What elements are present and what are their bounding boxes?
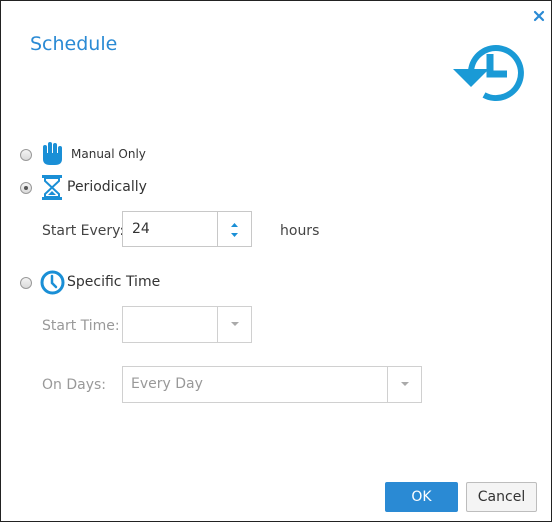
manual-only-label: Manual Only bbox=[71, 147, 146, 161]
specific-time-radio[interactable] bbox=[20, 277, 32, 289]
increment-arrow-icon bbox=[231, 223, 238, 227]
start-every-label: Start Every: bbox=[42, 223, 125, 239]
chevron-down-icon bbox=[401, 382, 409, 386]
periodically-radio[interactable] bbox=[20, 182, 32, 194]
cancel-button[interactable]: Cancel bbox=[466, 482, 537, 512]
start-time-select[interactable] bbox=[122, 306, 252, 343]
on-days-label: On Days: bbox=[42, 377, 106, 393]
ok-button[interactable]: OK bbox=[385, 482, 458, 512]
start-time-dropdown-button[interactable] bbox=[217, 307, 251, 342]
start-time-label: Start Time: bbox=[42, 318, 120, 334]
on-days-value: Every Day bbox=[131, 376, 203, 392]
history-clock-icon bbox=[449, 37, 529, 107]
chevron-down-icon bbox=[231, 322, 239, 326]
on-days-select[interactable]: Every Day bbox=[122, 366, 422, 403]
start-every-stepper[interactable] bbox=[217, 211, 252, 247]
dialog-title: Schedule bbox=[30, 33, 118, 55]
clock-icon bbox=[40, 270, 65, 299]
specific-time-label: Specific Time bbox=[67, 274, 161, 290]
on-days-dropdown-button[interactable] bbox=[387, 367, 421, 402]
manual-only-radio[interactable] bbox=[20, 149, 32, 161]
schedule-dialog: Schedule Manual Only Periodically Start … bbox=[0, 0, 552, 522]
periodically-label: Periodically bbox=[67, 179, 147, 195]
close-icon[interactable] bbox=[532, 8, 546, 22]
start-every-input[interactable] bbox=[122, 211, 218, 247]
decrement-arrow-icon bbox=[231, 233, 238, 237]
start-every-units: hours bbox=[280, 223, 320, 239]
hand-icon bbox=[41, 141, 65, 171]
hourglass-icon bbox=[41, 175, 63, 204]
